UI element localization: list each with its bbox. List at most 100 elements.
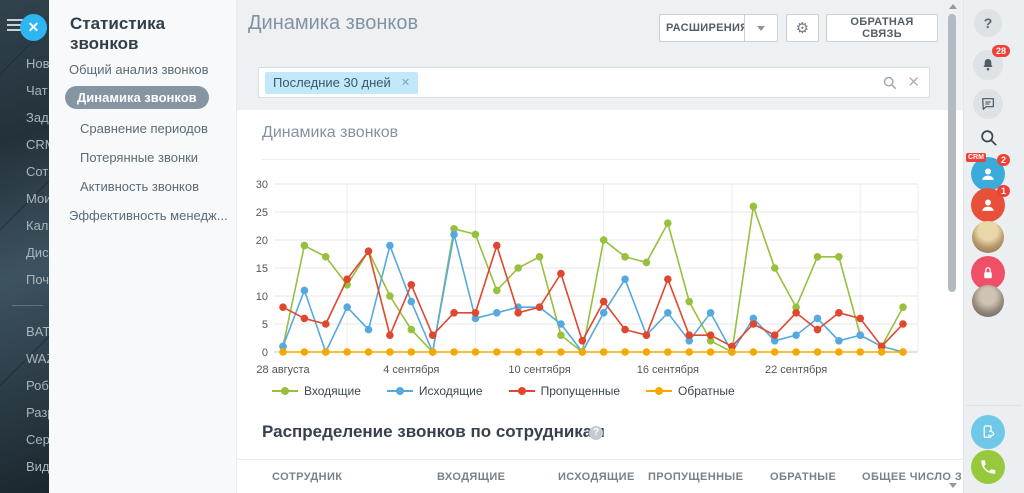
data-point [386, 292, 394, 300]
scrollbar-thumb[interactable] [948, 14, 956, 292]
stats-menu-item[interactable]: Динамика звонков [65, 86, 209, 109]
sidebar-item[interactable]: Виде [0, 453, 49, 480]
sidebar-item[interactable]: Зада [0, 104, 49, 131]
divider [262, 159, 920, 160]
employees-table-header: СОТРУДНИК ВХОДЯЩИЕ ИСХОДЯЩИЕ ПРОПУЩЕННЫЕ ОБР… [237, 471, 963, 491]
legend-label: Пропущенные [541, 384, 620, 398]
close-icon: ✕ [28, 19, 40, 35]
data-point [557, 270, 565, 278]
help-icon[interactable]: ? [589, 426, 603, 440]
data-point [365, 247, 373, 255]
legend-label: Исходящие [419, 384, 483, 398]
table-column-header[interactable]: ИСХОДЯЩИЕ [558, 471, 635, 483]
data-point [771, 331, 779, 339]
data-point [450, 348, 458, 356]
data-point [322, 348, 330, 356]
stats-menu-item[interactable]: Активность звонков [80, 179, 199, 194]
stats-menu-item[interactable]: Эффективность менедж... [69, 208, 228, 223]
svg-text:10 сентября: 10 сентября [508, 364, 570, 376]
data-point [750, 348, 758, 356]
sidebar-item[interactable]: CRM [0, 131, 49, 158]
user-avatar[interactable] [972, 285, 1004, 317]
stats-menu-item[interactable]: Общий анализ звонков [69, 62, 209, 77]
data-point [792, 309, 800, 317]
sidebar-item[interactable]: Диск [0, 239, 49, 266]
table-column-header[interactable]: ВХОДЯЩИЕ [437, 471, 505, 483]
stats-panel: Статистика звонков Общий анализ звонковД… [49, 0, 237, 493]
filter-input[interactable] [418, 72, 883, 94]
filter-bar[interactable]: Последние 30 дней ✕ ✕ [258, 67, 930, 98]
settings-button[interactable]: ⚙ [786, 14, 819, 42]
data-point [621, 275, 629, 283]
stats-menu-item[interactable]: Потерянные звонки [80, 150, 198, 165]
sidebar-item[interactable]: Кале [0, 212, 49, 239]
filter-tag[interactable]: Последние 30 дней ✕ [265, 72, 418, 94]
calls-dynamics-chart: 05101520253028 августа4 сентября10 сентя… [240, 170, 930, 382]
data-point [792, 348, 800, 356]
data-point [814, 315, 822, 323]
data-point [814, 326, 822, 334]
data-point [343, 348, 351, 356]
data-point [664, 219, 672, 227]
sidebar-item[interactable]: Разр [0, 399, 49, 426]
filter-clear-icon[interactable]: ✕ [907, 75, 920, 90]
legend-marker [509, 386, 535, 396]
extensions-button[interactable]: РАСШИРЕНИЯ [659, 14, 745, 42]
data-point [365, 348, 373, 356]
sidebar-item[interactable]: WAZ [0, 345, 49, 372]
data-point [835, 337, 843, 345]
table-column-header[interactable]: ОБРАТНЫЕ [770, 471, 836, 483]
filter-tag-remove-icon[interactable]: ✕ [401, 76, 410, 89]
device-cloud-icon [979, 423, 997, 441]
sidebar-item[interactable]: Чат [0, 77, 49, 104]
sidebar-item[interactable]: Мои [0, 185, 49, 212]
sidebar-item[interactable]: Сере [0, 426, 49, 453]
sidebar-item[interactable]: Почт [0, 266, 49, 293]
search-icon[interactable] [883, 76, 897, 90]
sidebar-item[interactable]: Нов [0, 50, 49, 77]
sidebar-item[interactable]: Робо [0, 372, 49, 399]
table-column-header[interactable]: СОТРУДНИК [272, 471, 342, 483]
data-point [301, 315, 309, 323]
extensions-dropdown-button[interactable] [744, 14, 778, 42]
telephony-device-button[interactable] [971, 415, 1005, 449]
data-point [557, 320, 565, 328]
phone-icon [979, 458, 997, 476]
data-point [407, 326, 415, 334]
help-button[interactable]: ? [974, 9, 1002, 37]
call-button[interactable] [971, 450, 1005, 484]
chat-button[interactable] [973, 89, 1003, 119]
app-root: НовЧатЗадаCRMСотрМоиКалеДискПочтBATCWAZР… [0, 0, 1024, 493]
chat-icon [980, 96, 996, 112]
data-point [856, 315, 864, 323]
legend-item[interactable]: Входящие [272, 384, 361, 398]
legend-item[interactable]: Обратные [646, 384, 735, 398]
data-point [536, 303, 544, 311]
data-point [407, 348, 415, 356]
search-button[interactable] [979, 128, 999, 148]
legend-item[interactable]: Пропущенные [509, 384, 620, 398]
data-point [600, 348, 608, 356]
divider [966, 405, 1022, 406]
data-point [643, 348, 651, 356]
sidebar-item[interactable]: BATC [0, 318, 49, 345]
crm-tag: CRM [966, 153, 986, 162]
stats-menu-item[interactable]: Сравнение периодов [80, 121, 208, 136]
svg-text:15: 15 [256, 263, 268, 275]
data-point [685, 331, 693, 339]
scrollbar-up-arrow[interactable] [949, 4, 957, 9]
data-point [450, 231, 458, 239]
data-point [792, 331, 800, 339]
scrollbar-down-arrow[interactable] [949, 483, 957, 488]
legend-item[interactable]: Исходящие [387, 384, 483, 398]
feedback-button[interactable]: ОБРАТНАЯ СВЯЗЬ [826, 14, 938, 42]
data-point [600, 236, 608, 244]
data-point [322, 320, 330, 328]
sidebar-item[interactable]: Сотр [0, 158, 49, 185]
data-point [472, 348, 480, 356]
sidebar-close-button[interactable]: ✕ [20, 14, 47, 41]
data-point [301, 287, 309, 295]
table-column-header[interactable]: ОБЩЕЕ ЧИСЛО З [862, 471, 962, 483]
user-avatar[interactable] [972, 221, 1004, 253]
table-column-header[interactable]: ПРОПУЩЕННЫЕ [648, 471, 743, 483]
